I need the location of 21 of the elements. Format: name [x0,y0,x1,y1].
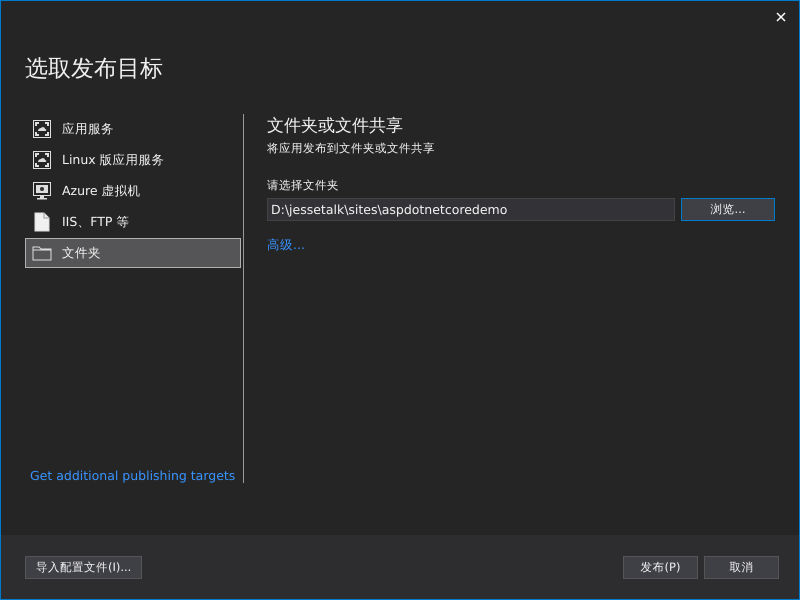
publish-target-item[interactable]: 文件夹 [25,238,241,268]
monitor-icon [32,182,52,200]
target-heading: 文件夹或文件共享 [267,115,404,137]
field-label: 请选择文件夹 [267,178,340,193]
document-icon [32,212,52,232]
import-profile-button[interactable]: 导入配置文件(I)... [25,556,142,578]
app-service-icon [32,151,52,169]
publish-target-item[interactable]: Azure 虚拟机 [25,176,241,206]
browse-button[interactable]: 浏览... [681,198,775,221]
dialog-button[interactable]: 发布(P) [623,556,698,578]
publish-target-item[interactable]: IIS、FTP 等 [25,207,241,237]
folder-icon [32,245,52,261]
advanced-link[interactable]: 高级... [267,237,305,254]
target-description: 将应用发布到文件夹或文件共享 [267,141,436,156]
publish-target-item[interactable]: 应用服务 [25,114,241,144]
folder-path-field[interactable]: D:\jessetalk\sites\aspdotnetcoredemo [267,198,675,221]
app-service-icon [32,120,52,138]
window-title: 选取发布目标 [25,55,164,84]
publish-target-item[interactable]: Linux 版应用服务 [25,145,241,175]
additional-targets-link[interactable]: Get additional publishing targets [30,468,243,483]
dialog-button[interactable]: 取消 [704,556,779,578]
